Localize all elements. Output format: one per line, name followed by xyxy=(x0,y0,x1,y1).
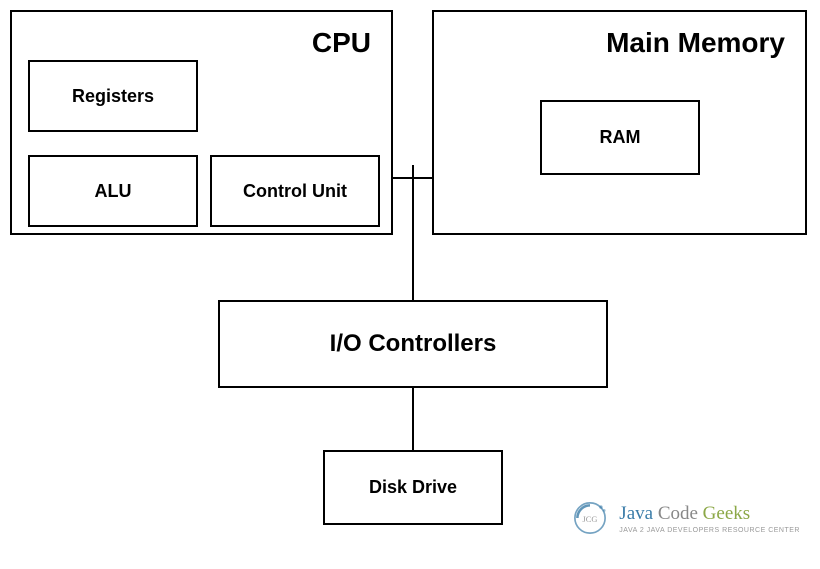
io-controllers-label: I/O Controllers xyxy=(330,330,497,358)
svg-text:JCG: JCG xyxy=(583,515,598,524)
memory-title: Main Memory xyxy=(606,27,785,59)
registers-box: Registers xyxy=(28,60,198,132)
watermark-tagline: JAVA 2 JAVA DEVELOPERS RESOURCE CENTER xyxy=(619,527,800,534)
disk-drive-label: Disk Drive xyxy=(369,477,457,498)
registers-label: Registers xyxy=(72,86,154,107)
control-unit-box: Control Unit xyxy=(210,155,380,227)
connector-to-io xyxy=(412,190,414,300)
watermark-geeks: Geeks xyxy=(703,503,750,524)
connector-io-disk xyxy=(412,388,414,450)
connector-junction-cap xyxy=(412,165,414,190)
alu-box: ALU xyxy=(28,155,198,227)
ram-box: RAM xyxy=(540,100,700,175)
watermark-java: Java xyxy=(619,503,653,524)
watermark-text: Java Code Geeks JAVA 2 JAVA DEVELOPERS R… xyxy=(619,503,800,534)
ram-label: RAM xyxy=(600,127,641,148)
watermark: JCG Java Code Geeks JAVA 2 JAVA DEVELOPE… xyxy=(569,497,800,539)
jcg-logo-icon: JCG xyxy=(569,497,611,539)
disk-drive-box: Disk Drive xyxy=(323,450,503,525)
alu-label: ALU xyxy=(95,181,132,202)
io-controllers-box: I/O Controllers xyxy=(218,300,608,388)
cpu-title: CPU xyxy=(312,27,371,59)
watermark-brand: Java Code Geeks xyxy=(619,503,800,525)
watermark-code: Code xyxy=(658,503,698,524)
control-unit-label: Control Unit xyxy=(243,181,347,202)
